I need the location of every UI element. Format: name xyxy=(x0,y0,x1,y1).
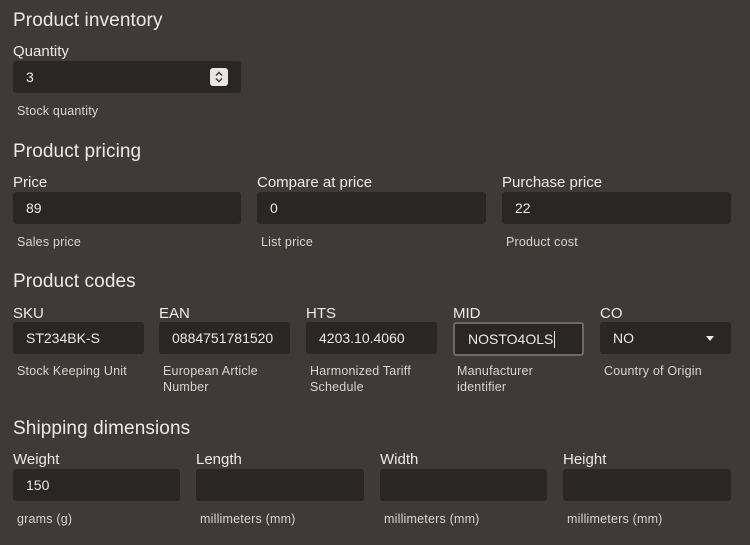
height-help: millimeters (mm) xyxy=(567,512,663,526)
ean-help-line-2: Number xyxy=(163,380,209,394)
weight-field: Weight 150 grams (g) xyxy=(13,452,180,532)
section-title-shipping: Shipping dimensions xyxy=(13,418,191,439)
sku-input[interactable]: ST234BK-S xyxy=(13,322,144,354)
up-down-stepper-icon[interactable] xyxy=(210,68,228,86)
mid-help: Manufacturer identifier xyxy=(457,363,533,395)
co-value: NO xyxy=(613,330,634,346)
weight-input[interactable]: 150 xyxy=(13,469,180,501)
hts-input[interactable]: 4203.10.4060 xyxy=(306,322,437,354)
co-field: CO NO Country of Origin xyxy=(600,306,731,402)
length-help: millimeters (mm) xyxy=(200,512,296,526)
sku-label: SKU xyxy=(13,305,44,322)
weight-value: 150 xyxy=(26,477,50,493)
hts-field: HTS 4203.10.4060 Harmonized Tariff Sched… xyxy=(306,306,437,402)
purchase-price-help: Product cost xyxy=(506,235,578,249)
ean-value: 0884751781520 xyxy=(172,330,274,346)
width-help: millimeters (mm) xyxy=(384,512,480,526)
purchase-price-value: 22 xyxy=(515,200,531,216)
compare-price-value: 0 xyxy=(270,200,278,216)
country-of-origin-select[interactable]: NO xyxy=(600,322,731,354)
hts-help-line-2: Schedule xyxy=(310,380,364,394)
width-input[interactable] xyxy=(380,469,547,501)
compare-price-help: List price xyxy=(261,235,314,249)
hts-help: Harmonized Tariff Schedule xyxy=(310,363,411,395)
length-field: Length millimeters (mm) xyxy=(196,452,364,532)
width-field: Width millimeters (mm) xyxy=(380,452,547,532)
purchase-price-label: Purchase price xyxy=(502,174,603,191)
mid-input[interactable]: NOSTO4OLS xyxy=(453,322,584,356)
price-help: Sales price xyxy=(17,235,82,249)
quantity-value: 3 xyxy=(26,69,34,85)
compare-price-field: Compare at price 0 List price xyxy=(257,175,486,255)
chevron-down-icon xyxy=(706,336,714,341)
quantity-help: Stock quantity xyxy=(17,104,99,118)
mid-label: MID xyxy=(453,305,481,322)
hts-label: HTS xyxy=(306,305,336,322)
quantity-field: Quantity 3 Stock quantity xyxy=(13,44,241,124)
sku-field: SKU ST234BK-S Stock Keeping Unit xyxy=(13,306,144,402)
ean-input[interactable]: 0884751781520 xyxy=(159,322,290,354)
text-caret xyxy=(554,330,556,348)
section-title-codes: Product codes xyxy=(13,271,136,292)
weight-label: Weight xyxy=(13,451,60,468)
section-title-inventory: Product inventory xyxy=(13,10,163,31)
purchase-price-field: Purchase price 22 Product cost xyxy=(502,175,731,255)
ean-field: EAN 0884751781520 European Article Numbe… xyxy=(159,306,290,402)
mid-value: NOSTO4OLS xyxy=(468,331,554,347)
price-field: Price 89 Sales price xyxy=(13,175,241,255)
ean-help-line-1: European Article xyxy=(163,364,258,378)
ean-label: EAN xyxy=(159,305,190,322)
ean-help: European Article Number xyxy=(163,363,258,395)
co-label: CO xyxy=(600,305,623,322)
co-help: Country of Origin xyxy=(604,364,702,378)
mid-help-line-1: Manufacturer xyxy=(457,364,534,378)
compare-price-label: Compare at price xyxy=(257,174,373,191)
product-form: Product inventory Quantity 3 Stock quant… xyxy=(0,0,750,545)
quantity-label: Quantity xyxy=(13,43,69,60)
mid-field: MID NOSTO4OLS Manufacturer identifier xyxy=(453,306,584,402)
height-label: Height xyxy=(563,451,607,468)
price-value: 89 xyxy=(26,200,42,216)
mid-help-line-2: identifier xyxy=(457,380,507,394)
width-label: Width xyxy=(380,451,419,468)
price-input[interactable]: 89 xyxy=(13,192,241,224)
hts-value: 4203.10.4060 xyxy=(319,330,405,346)
height-field: Height millimeters (mm) xyxy=(563,452,731,532)
sku-help: Stock Keeping Unit xyxy=(17,364,127,378)
sku-value: ST234BK-S xyxy=(26,330,100,346)
weight-help: grams (g) xyxy=(17,512,73,526)
hts-help-line-1: Harmonized Tariff xyxy=(310,364,411,378)
price-label: Price xyxy=(13,174,48,191)
height-input[interactable] xyxy=(563,469,731,501)
length-input[interactable] xyxy=(196,469,364,501)
quantity-input[interactable]: 3 xyxy=(13,61,241,93)
length-label: Length xyxy=(196,451,242,468)
section-title-pricing: Product pricing xyxy=(13,141,142,162)
compare-price-input[interactable]: 0 xyxy=(257,192,486,224)
purchase-price-input[interactable]: 22 xyxy=(502,192,731,224)
